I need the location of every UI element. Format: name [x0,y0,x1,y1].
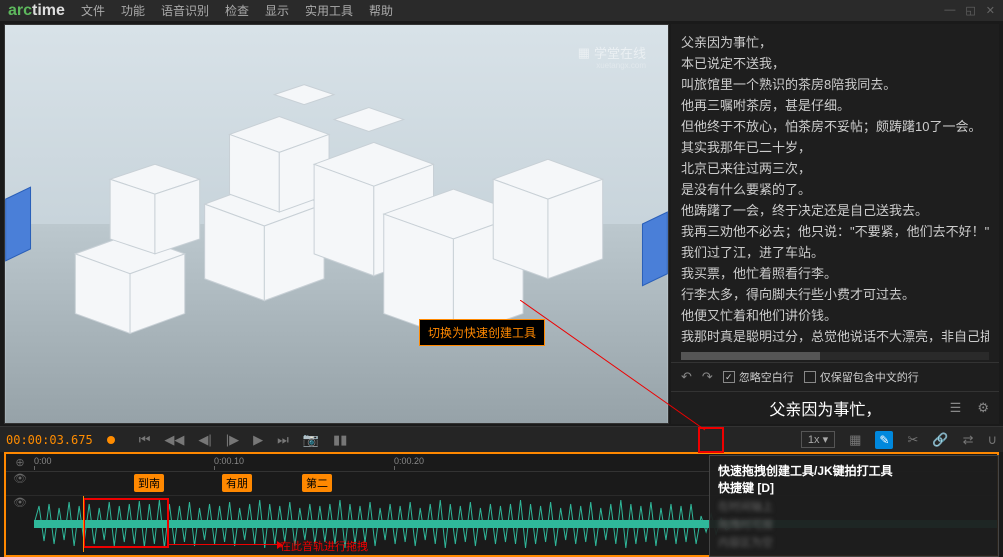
script-line[interactable]: 他再三嘱咐茶房，甚是仔细。 [681,95,989,116]
script-line[interactable]: 我再三劝他不必去；他只说："不要紧，他们去不好！" [681,221,989,242]
script-line[interactable]: 我买票，他忙着照看行李。 [681,263,989,284]
script-line[interactable]: 叫旅馆里一个熟识的茶房8陪我同去。 [681,74,989,95]
script-line[interactable]: 其实我那年已二十岁， [681,137,989,158]
track-visibility-icon[interactable]: 👁 [6,472,34,495]
keep-chinese-checkbox[interactable]: 仅保留包含中文的行 [804,369,919,385]
subtitle-clip[interactable]: 有朋 [222,474,252,492]
swap-icon[interactable]: ⇄ [963,432,974,448]
top-bar: arctime 文件 功能 语音识别 检查 显示 实用工具 帮助 — ◱ ✕ [0,0,1003,22]
popup-shortcut: 快捷键 [D] [718,479,990,496]
menu-help[interactable]: 帮助 [369,2,393,19]
menu-file[interactable]: 文件 [81,2,105,19]
settings-icon[interactable]: ⚙ [977,400,989,416]
popup-line: 内容区为空 [718,534,990,550]
script-text[interactable]: 父亲因为事忙， 本已说定不送我， 叫旅馆里一个熟识的茶房8陪我同去。 他再三嘱咐… [671,24,999,350]
track-visibility-icon[interactable]: 👁 [6,496,34,552]
maximize-icon[interactable]: ◱ [965,4,975,17]
menu-display[interactable]: 显示 [265,2,289,19]
skip-end-icon[interactable]: ⏭ [277,432,289,448]
record-indicator-icon [107,436,115,444]
script-line[interactable]: 行李太多，得向脚夫行些小费才可过去。 [681,284,989,305]
script-line[interactable]: 本已说定不送我， [681,53,989,74]
undo-icon[interactable]: ↶ [681,369,692,385]
step-fwd-icon[interactable]: |▶ [226,432,239,448]
step-back-icon[interactable]: ◀| [198,432,211,448]
marker-icon[interactable]: ▮▮ [333,432,347,448]
tool-tooltip: 切换为快速创建工具 [419,319,545,346]
prev-icon[interactable]: ◀◀ [164,432,184,448]
script-line[interactable]: 我那时真是聪明过分，总觉他说话不大漂亮，非自己插嘴不 [681,326,989,347]
ignore-blank-checkbox[interactable]: ✓忽略空白行 [723,369,794,385]
cut-icon[interactable]: ✂ [907,432,918,448]
script-line[interactable]: 是没有什么要紧的了。 [681,179,989,200]
script-options: ↶ ↷ ✓忽略空白行 仅保留包含中文的行 [671,362,999,391]
ruler-tick: 0:00.20 [394,456,424,466]
menu-speech[interactable]: 语音识别 [161,2,209,19]
script-line[interactable]: 父亲因为事忙， [681,32,989,53]
horizontal-scrollbar[interactable] [681,352,989,360]
current-line-text: 父亲因为事忙， [769,396,881,420]
scene-svg [5,25,668,423]
timecode: 00:00:03.675 [6,433,93,447]
subtitle-clip[interactable]: 第二 [302,474,332,492]
speed-selector[interactable]: 1x ▾ [801,431,835,448]
script-line[interactable]: 但他终于不放心，怕茶房不妥帖；颇踌躇10了一会。 [681,116,989,137]
main-menu: 文件 功能 语音识别 检查 显示 实用工具 帮助 [81,2,393,19]
menu-check[interactable]: 检查 [225,2,249,19]
camera-icon[interactable]: 📷 [303,432,319,448]
script-line[interactable]: 他踌躇了一会，终于决定还是自己送我去。 [681,200,989,221]
quick-create-tool-button[interactable]: ✎ [875,431,893,449]
popup-line: 拖拽时可按 [718,516,990,532]
minimize-icon[interactable]: — [944,4,955,17]
redo-icon[interactable]: ↷ [702,369,713,385]
script-line[interactable]: 北京已来往过两三次， [681,158,989,179]
window-controls: — ◱ ✕ [944,4,995,17]
watermark-icon: ▦ [578,45,590,61]
script-line[interactable]: 我们过了江，进了车站。 [681,242,989,263]
watermark: ▦ 学堂在线 [578,43,646,62]
magnet-icon[interactable]: ∪ [987,432,997,448]
video-preview[interactable]: ▦ 学堂在线 xuetangx.com 切换为快速创建工具 [4,24,669,424]
watermark-sub: xuetangx.com [596,61,646,70]
current-line-bar: 父亲因为事忙， ☰ ⚙ [671,391,999,424]
popup-title: 快速拖拽创建工具/JK键拍打工具 [718,462,990,479]
skip-start-icon[interactable]: ⏮ [139,432,151,448]
annotation-drag-arrow [169,544,279,545]
script-line[interactable]: 但他终于讲定了价钱；就送我上车。他给我拣定了靠车门的 [681,347,989,350]
menu-function[interactable]: 功能 [121,2,145,19]
tool-popup-tooltip: 快速拖拽创建工具/JK键拍打工具 快捷键 [D] 在时间轴上 拖拽时可按 内容区… [709,455,999,557]
close-icon[interactable]: ✕ [986,4,995,17]
transport-bar: 00:00:03.675 ⏮ ◀◀ ◀| |▶ ▶ ⏭ 📷 ▮▮ 1x ▾ ▦ … [0,426,1003,452]
ruler-tick: 0:00.10 [214,456,244,466]
menu-tools[interactable]: 实用工具 [305,2,353,19]
ruler-tick: 0:00 [34,456,52,466]
annotation-drag-label: 在此音轨进行拖拽 [280,538,368,552]
video-scene: ▦ 学堂在线 xuetangx.com [5,25,668,423]
annotation-selection-box [83,498,169,548]
link-icon[interactable]: 🔗 [932,432,948,448]
zoom-add-icon[interactable]: ⊕ [6,456,34,469]
app-logo: arctime [8,2,65,20]
popup-line: 在时间轴上 [718,498,990,514]
list-icon[interactable]: ☰ [950,400,962,416]
play-icon[interactable]: ▶ [253,432,263,448]
script-panel: 父亲因为事忙， 本已说定不送我， 叫旅馆里一个熟识的茶房8陪我同去。 他再三嘱咐… [671,24,999,424]
grid-icon[interactable]: ▦ [849,432,861,448]
script-line[interactable]: 他便又忙着和他们讲价钱。 [681,305,989,326]
subtitle-clip[interactable]: 到南 [134,474,164,492]
playhead[interactable] [83,496,84,552]
